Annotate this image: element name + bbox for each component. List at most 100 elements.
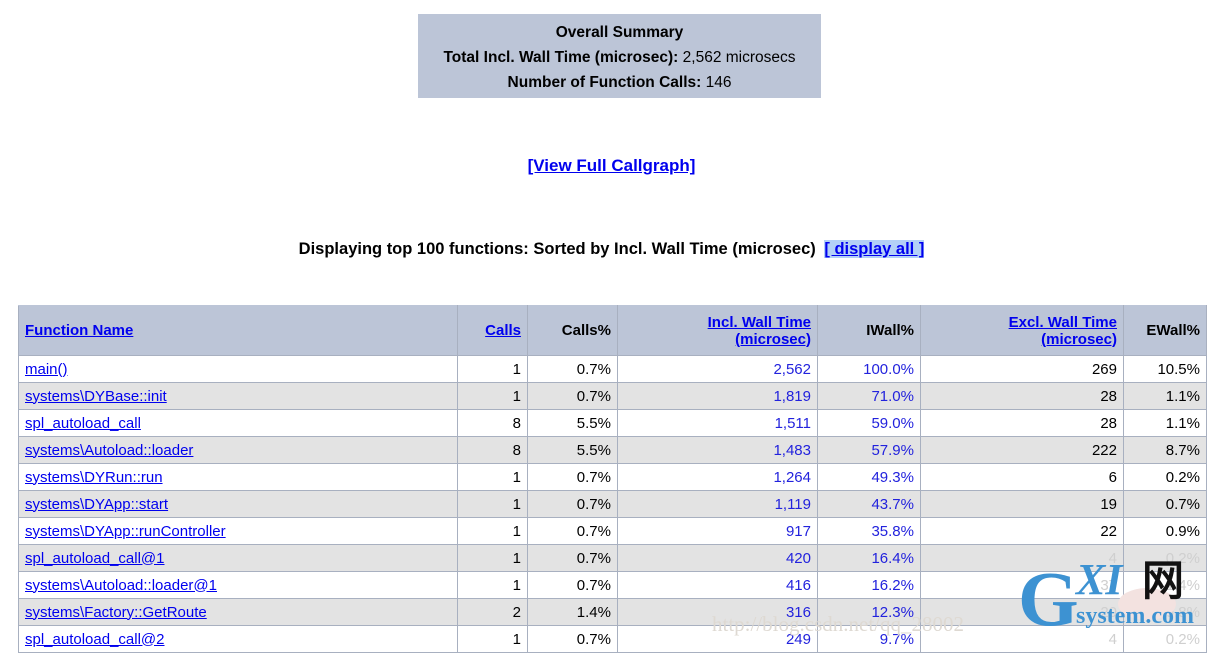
- cell-calls-percent: 5.5%: [527, 436, 618, 464]
- cell-calls: 1: [457, 355, 528, 383]
- cell-iwall-percent: 59.0%: [817, 409, 921, 437]
- cell-calls-percent-value: 0.7%: [576, 360, 611, 378]
- sort-by-function-name-link[interactable]: Function Name: [25, 322, 133, 339]
- function-name-link[interactable]: systems\Autoload::loader: [25, 442, 193, 459]
- cell-ewall-percent-value: 1.4%: [1165, 576, 1200, 594]
- cell-function-name[interactable]: spl_autoload_call: [18, 409, 458, 437]
- function-name-link[interactable]: spl_autoload_call@1: [25, 550, 165, 567]
- summary-total-value: 2,562 microsecs: [682, 49, 796, 66]
- cell-function-name[interactable]: systems\DYApp::runController: [18, 517, 458, 545]
- table-row: systems\DYBase::init 1 0.7% 1,819 71.0% 28 1.1…: [18, 382, 1207, 410]
- table-row: systems\DYRun::run 1 0.7% 1,264 49.3% 6 0.2%: [18, 463, 1207, 491]
- cell-ewall-percent: 1.1%: [1123, 382, 1207, 410]
- cell-ewall-percent-value: 8.7%: [1165, 441, 1200, 459]
- cell-calls-percent-value: 1.4%: [576, 603, 611, 621]
- cell-iwall-percent-value: 16.4%: [871, 549, 914, 567]
- cell-incl-wall-time-value: 1,483: [773, 441, 811, 459]
- cell-calls-value: 2: [512, 603, 521, 621]
- cell-function-name[interactable]: systems\DYApp::start: [18, 490, 458, 518]
- table-row: systems\Autoload::loader 8 5.5% 1,483 57.9% 2…: [18, 436, 1207, 464]
- table-header: Function Name Calls Calls% Incl. Wall Ti…: [18, 305, 1207, 356]
- summary-title: Overall Summary: [555, 24, 684, 41]
- display-all-link[interactable]: [ display all ]: [824, 240, 925, 258]
- cell-excl-wall-time: 28: [920, 382, 1124, 410]
- cell-excl-wall-time: 37: [920, 571, 1124, 599]
- cell-function-name[interactable]: main(): [18, 355, 458, 383]
- cell-calls: 1: [457, 517, 528, 545]
- cell-ewall-percent: 0.8%: [1123, 598, 1207, 626]
- cell-function-name[interactable]: systems\Autoload::loader@1: [18, 571, 458, 599]
- cell-incl-wall-time-value: 420: [785, 549, 811, 567]
- column-header-excl-wall-time[interactable]: Excl. Wall Time (microsec): [920, 305, 1124, 356]
- cell-function-name[interactable]: spl_autoload_call@2: [18, 625, 458, 653]
- cell-calls: 1: [457, 625, 528, 653]
- ewall-percent-label: EWall%: [1146, 322, 1200, 339]
- cell-function-name[interactable]: systems\Autoload::loader: [18, 436, 458, 464]
- cell-calls-percent: 0.7%: [527, 355, 618, 383]
- function-name-link[interactable]: systems\DYApp::start: [25, 496, 168, 513]
- cell-incl-wall-time-value: 416: [785, 576, 811, 594]
- cell-calls: 1: [457, 490, 528, 518]
- cell-ewall-percent-value: 0.2%: [1165, 549, 1200, 567]
- sort-by-calls-link[interactable]: Calls: [485, 322, 521, 339]
- cell-excl-wall-time: 222: [920, 436, 1124, 464]
- function-profile-table: Function Name Calls Calls% Incl. Wall Ti…: [18, 305, 1207, 653]
- cell-excl-wall-time: 4: [920, 544, 1124, 572]
- cell-excl-wall-time: 4: [920, 625, 1124, 653]
- cell-calls-value: 1: [512, 576, 521, 594]
- summary-total-wall-time: Total Incl. Wall Time (microsec): 2,562 …: [418, 45, 821, 70]
- cell-incl-wall-time-value: 1,819: [773, 387, 811, 405]
- table-body: main() 1 0.7% 2,562 100.0% 269 10.5% systems\DY…: [18, 355, 1207, 653]
- cell-ewall-percent-value: 10.5%: [1157, 360, 1200, 378]
- column-header-ewall-percent: EWall%: [1123, 305, 1207, 356]
- cell-ewall-percent: 10.5%: [1123, 355, 1207, 383]
- cell-calls-value: 8: [512, 441, 521, 459]
- displaying-summary-line: Displaying top 100 functions: Sorted by …: [0, 240, 1223, 259]
- cell-ewall-percent: 0.9%: [1123, 517, 1207, 545]
- cell-calls: 1: [457, 382, 528, 410]
- cell-function-name[interactable]: spl_autoload_call@1: [18, 544, 458, 572]
- function-name-link[interactable]: systems\Autoload::loader@1: [25, 577, 217, 594]
- sort-by-excl-wall-time-link[interactable]: Excl. Wall Time (microsec): [1009, 314, 1117, 348]
- cell-excl-wall-time: 22: [920, 517, 1124, 545]
- cell-excl-wall-time-value: 19: [1100, 495, 1117, 513]
- overall-summary-box: Overall Summary Total Incl. Wall Time (m…: [418, 14, 821, 98]
- cell-ewall-percent-value: 0.7%: [1165, 495, 1200, 513]
- function-name-link[interactable]: spl_autoload_call@2: [25, 631, 165, 648]
- callgraph-link-container: [View Full Callgraph]: [0, 156, 1223, 176]
- cell-calls-percent-value: 0.7%: [576, 549, 611, 567]
- cell-calls-value: 1: [512, 468, 521, 486]
- cell-excl-wall-time-value: 28: [1100, 387, 1117, 405]
- cell-iwall-percent: 100.0%: [817, 355, 921, 383]
- cell-ewall-percent: 0.2%: [1123, 625, 1207, 653]
- cell-function-name[interactable]: systems\DYRun::run: [18, 463, 458, 491]
- cell-incl-wall-time: 1,819: [617, 382, 818, 410]
- table-row: spl_autoload_call 8 5.5% 1,511 59.0% 28 1.1%: [18, 409, 1207, 437]
- function-name-link[interactable]: systems\DYBase::init: [25, 388, 167, 405]
- cell-excl-wall-time: 28: [920, 409, 1124, 437]
- column-header-calls[interactable]: Calls: [457, 305, 528, 356]
- cell-calls-percent-value: 0.7%: [576, 630, 611, 648]
- cell-excl-wall-time-value: 269: [1091, 360, 1117, 378]
- cell-iwall-percent: 57.9%: [817, 436, 921, 464]
- function-name-link[interactable]: main(): [25, 361, 68, 378]
- cell-function-name[interactable]: systems\DYBase::init: [18, 382, 458, 410]
- view-full-callgraph-link[interactable]: [View Full Callgraph]: [528, 156, 696, 175]
- cell-iwall-percent: 43.7%: [817, 490, 921, 518]
- cell-function-name[interactable]: systems\Factory::GetRoute: [18, 598, 458, 626]
- sort-by-incl-wall-time-link[interactable]: Incl. Wall Time (microsec): [708, 314, 811, 348]
- column-header-calls-percent: Calls%: [527, 305, 618, 356]
- cell-incl-wall-time-value: 249: [785, 630, 811, 648]
- cell-incl-wall-time: 249: [617, 625, 818, 653]
- column-header-function-name[interactable]: Function Name: [18, 305, 458, 356]
- cell-ewall-percent-value: 0.8%: [1165, 603, 1200, 621]
- function-name-link[interactable]: systems\DYRun::run: [25, 469, 163, 486]
- cell-calls-percent: 0.7%: [527, 463, 618, 491]
- function-name-link[interactable]: systems\DYApp::runController: [25, 523, 226, 540]
- function-name-link[interactable]: systems\Factory::GetRoute: [25, 604, 207, 621]
- cell-calls-value: 1: [512, 360, 521, 378]
- function-name-link[interactable]: spl_autoload_call: [25, 415, 141, 432]
- column-header-incl-wall-time[interactable]: Incl. Wall Time (microsec): [617, 305, 818, 356]
- table-row: systems\DYApp::runController 1 0.7% 917 35.8…: [18, 517, 1207, 545]
- cell-calls-percent-value: 0.7%: [576, 522, 611, 540]
